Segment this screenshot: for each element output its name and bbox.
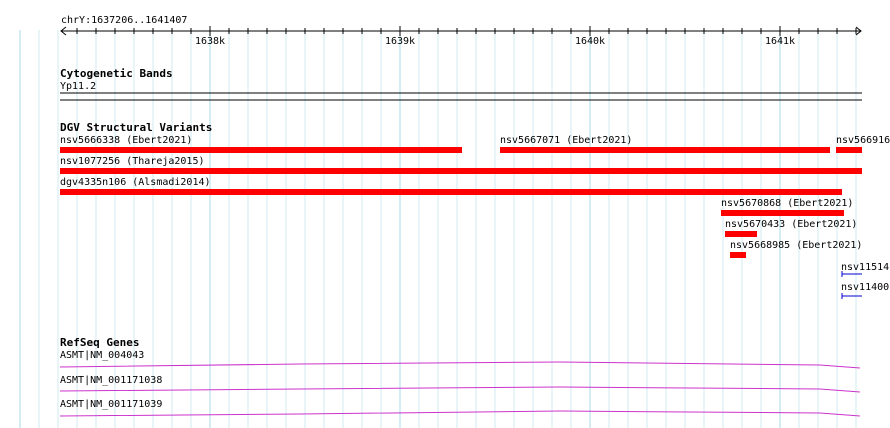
dgv-feature-bar-nsv5670868[interactable]: [721, 210, 844, 216]
ruler-region-label: chrY:1637206..1641407: [61, 15, 188, 26]
dgv-feature-bar-dgv4335n106[interactable]: [60, 189, 842, 195]
dgv-feature-bar-nsv5666338[interactable]: [60, 147, 462, 153]
dgv-feature-label[interactable]: nsv11514: [841, 262, 889, 273]
dgv-feature-bar-nsv5668985[interactable]: [730, 252, 746, 258]
ruler-tick-label: 1639k: [384, 36, 416, 47]
dgv-feature-label[interactable]: nsv566916: [836, 135, 890, 146]
gene-label[interactable]: ASMT|NM_001171038: [60, 375, 162, 386]
dgv-feature-label[interactable]: nsv1077256 (Thareja2015): [60, 156, 205, 167]
dgv-track-title[interactable]: DGV Structural Variants: [60, 122, 212, 134]
gene-label[interactable]: ASMT|NM_004043: [60, 350, 144, 361]
gene-line-asmt-nm-001171039[interactable]: [59, 410, 861, 417]
cytoband-label: Yp11.2: [60, 81, 97, 92]
dgv-feature-label[interactable]: nsv5668985 (Ebert2021): [730, 240, 862, 251]
ruler-tick-label: 1640k: [574, 36, 606, 47]
gene-label[interactable]: ASMT|NM_001171039: [60, 399, 162, 410]
ruler: [60, 26, 862, 36]
refseq-track-title[interactable]: RefSeq Genes: [60, 337, 139, 349]
dgv-feature-label[interactable]: nsv5667071 (Ebert2021): [500, 135, 632, 146]
dgv-feature-bar-nsv1077256[interactable]: [60, 168, 862, 174]
dgv-feature-bar-nsv11400[interactable]: [841, 293, 862, 299]
cytoband-track-title[interactable]: Cytogenetic Bands: [60, 68, 173, 80]
ruler-tick-label: 1641k: [764, 36, 796, 47]
dgv-feature-bar-nsv5670433[interactable]: [725, 231, 757, 237]
dgv-feature-label[interactable]: nsv5670868 (Ebert2021): [721, 198, 853, 209]
ruler-tick-label: 1638k: [194, 36, 226, 47]
genome-browser-canvas[interactable]: [0, 0, 890, 428]
dgv-feature-bar-nsv566916[interactable]: [836, 147, 862, 153]
dgv-feature-bar-nsv5667071[interactable]: [500, 147, 830, 153]
dgv-feature-label[interactable]: nsv5666338 (Ebert2021): [60, 135, 192, 146]
gene-line-asmt-nm-004043[interactable]: [59, 361, 861, 369]
dgv-feature-label[interactable]: nsv5670433 (Ebert2021): [725, 219, 857, 230]
refseq-genes: [59, 361, 861, 417]
dgv-feature-label[interactable]: nsv11400: [841, 282, 889, 293]
dgv-feature-label[interactable]: dgv4335n106 (Alsmadi2014): [60, 177, 211, 188]
gene-line-asmt-nm-001171038[interactable]: [59, 386, 861, 393]
